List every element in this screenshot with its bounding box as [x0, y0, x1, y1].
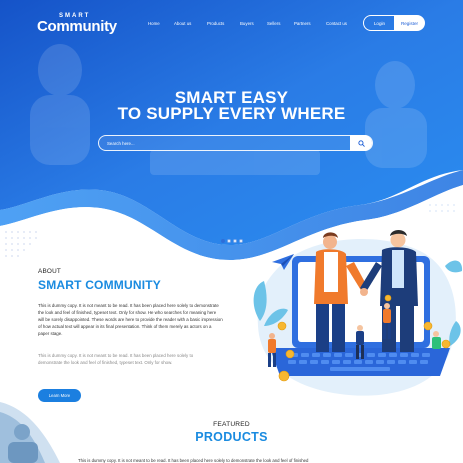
nav-item-products[interactable]: Products	[207, 21, 224, 26]
register-button[interactable]: Register	[394, 15, 425, 31]
nav-item-buyers[interactable]: Buyers	[240, 21, 254, 26]
brand-logo-big: Community	[37, 18, 117, 35]
nav-item-home[interactable]: Home	[148, 21, 160, 26]
hero-section: SMART Community Home About us Products B…	[0, 0, 463, 262]
hero-search-bar	[98, 135, 373, 151]
slider-dot[interactable]	[221, 239, 225, 243]
nav-item-about[interactable]: About us	[174, 21, 191, 26]
nav-item-contact[interactable]: Contact us	[326, 21, 347, 26]
page: SMART Community Home About us Products B…	[0, 0, 463, 463]
handshake-illustration	[253, 230, 463, 396]
login-button[interactable]: Login	[363, 15, 396, 31]
search-icon	[357, 139, 365, 147]
hero-headline-line2: TO SUPPLY EVERY WHERE	[117, 104, 346, 123]
slider-dot[interactable]	[239, 239, 243, 243]
about-paragraph-2: This is dummy copy. It is not meant to b…	[38, 353, 194, 365]
slider-dot[interactable]	[227, 239, 231, 243]
nav-item-sellers[interactable]: Sellers	[267, 21, 280, 26]
search-button[interactable]	[350, 135, 372, 151]
slider-dot[interactable]	[233, 239, 237, 243]
search-input[interactable]	[107, 139, 347, 148]
hero-background	[0, 0, 463, 262]
products-description: This is dummy copy. It is not meant to b…	[78, 458, 309, 463]
nav-item-partners[interactable]: Partners	[294, 21, 311, 26]
about-title: SMART COMMUNITY	[38, 278, 161, 292]
learn-more-button[interactable]: Learn More	[38, 389, 81, 402]
slider-dots	[221, 239, 243, 243]
about-kicker: ABOUT	[38, 268, 62, 275]
about-paragraph-1: This is dummy copy. It is not meant to b…	[38, 303, 223, 336]
products-title: PRODUCTS	[195, 430, 268, 444]
featured-kicker: FEATURED	[213, 421, 250, 428]
